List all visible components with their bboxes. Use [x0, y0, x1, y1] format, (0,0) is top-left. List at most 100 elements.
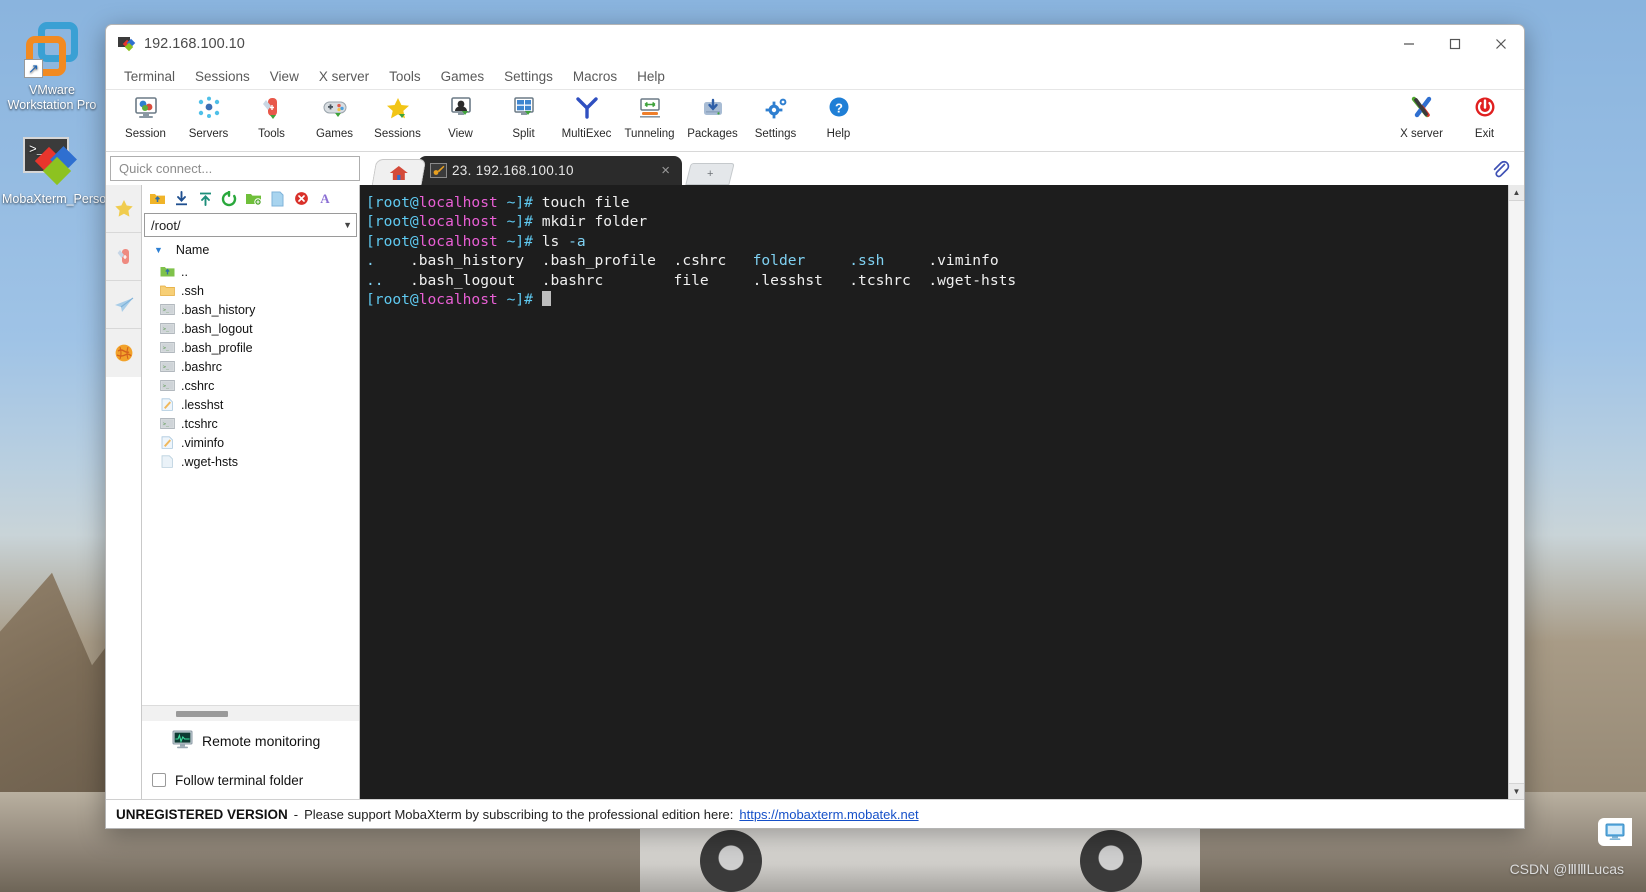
sftp-file-list[interactable]: .. .ssh >_ .bash_history >_ .bash_logout >_ .ba… [142, 261, 359, 705]
terminal-tab-active[interactable]: 23. 192.168.100.10 × [418, 156, 682, 185]
download-icon[interactable] [170, 188, 192, 210]
menu-games[interactable]: Games [431, 67, 495, 86]
split-icon [492, 94, 555, 124]
new-file-icon[interactable] [266, 188, 288, 210]
sidebar-item-tools[interactable] [106, 233, 141, 281]
file-name: .tcshrc [181, 416, 218, 431]
text-a-icon[interactable]: A [314, 188, 336, 210]
parent-file-icon [160, 265, 175, 278]
follow-terminal-folder-row[interactable]: Follow terminal folder [142, 761, 359, 799]
toolbar-settings[interactable]: Settings [744, 90, 807, 142]
scrollbar-track[interactable] [1509, 201, 1524, 783]
file-list-item[interactable]: >_ .bash_profile [142, 338, 359, 357]
new-folder-icon[interactable] [242, 188, 264, 210]
toolbar-split[interactable]: Split [492, 90, 555, 142]
csdn-watermark: CSDN @ⅢⅢLucas [1509, 861, 1624, 877]
menu-help[interactable]: Help [627, 67, 675, 86]
toolbar-sessions[interactable]: Sessions [366, 90, 429, 142]
main-toolbar: Session Servers Tools Games Sessions Vie… [106, 90, 1524, 152]
folder-up-icon[interactable] [146, 188, 168, 210]
scroll-up-arrow[interactable]: ▲ [1509, 185, 1524, 201]
close-button[interactable] [1478, 25, 1524, 63]
terminal-prompt-line: [root@localhost ~]# ls -a [366, 232, 586, 250]
mobatek-link[interactable]: https://mobaxterm.mobatek.net [739, 807, 918, 822]
sftp-column-header[interactable]: ▼ Name [142, 239, 359, 261]
terminal-scrollbar[interactable]: ▲ ▼ [1508, 185, 1524, 799]
toolbar-x-server[interactable]: X server [1390, 90, 1453, 142]
toolbar-label: Servers [188, 128, 229, 140]
file-list-item[interactable]: .viminfo [142, 433, 359, 452]
menu-terminal[interactable]: Terminal [114, 67, 185, 86]
menubar: Terminal Sessions View X server Tools Ga… [106, 63, 1524, 90]
toolbar-session[interactable]: Session [114, 90, 177, 142]
sftp-path-input[interactable]: /root/ ▼ [144, 213, 357, 237]
toolbar-games[interactable]: Games [303, 90, 366, 142]
toolbar-multiexec[interactable]: MultiExec [555, 90, 618, 142]
window-titlebar: 192.168.100.10 [106, 25, 1524, 63]
menu-x-server[interactable]: X server [309, 67, 379, 86]
file-list-item[interactable]: >_ .bashrc [142, 357, 359, 376]
menu-macros[interactable]: Macros [563, 67, 627, 86]
sidebar-item-favorites[interactable] [106, 185, 141, 233]
svg-text:A: A [320, 191, 330, 206]
follow-terminal-folder-checkbox[interactable] [152, 773, 166, 787]
tab-close-icon[interactable]: × [657, 162, 674, 179]
maximize-button[interactable] [1432, 25, 1478, 63]
desktop-icon-vmware[interactable]: ↗ VMware Workstation Pro [2, 22, 102, 113]
chevron-down-icon[interactable]: ▼ [343, 220, 352, 230]
terminal-output[interactable]: [root@localhost ~]# touch file [root@loca… [360, 185, 1508, 799]
svg-text:?: ? [835, 100, 843, 115]
toolbar-label: Tunneling [624, 128, 675, 140]
monitor-chart-icon [172, 730, 193, 752]
follow-terminal-folder-label: Follow terminal folder [175, 772, 304, 788]
svg-text:>_: >_ [163, 308, 170, 314]
file-name: .wget-hsts [181, 454, 238, 469]
sidebar-item-globe[interactable] [106, 329, 141, 377]
file-list-item[interactable]: >_ .bash_history [142, 300, 359, 319]
quickconnect-tabs-row: Quick connect... 23. 192.168.100.10 × + [106, 152, 1524, 185]
toolbar-tools[interactable]: Tools [240, 90, 303, 142]
file-list-item[interactable]: .wget-hsts [142, 452, 359, 471]
file-list-item[interactable]: >_ .cshrc [142, 376, 359, 395]
sidebar-item-macros[interactable] [106, 281, 141, 329]
file-list-item[interactable]: .ssh [142, 281, 359, 300]
file-list-item[interactable]: >_ .bash_logout [142, 319, 359, 338]
menu-settings[interactable]: Settings [494, 67, 563, 86]
menu-tools[interactable]: Tools [379, 67, 431, 86]
file-list-item[interactable]: .. [142, 262, 359, 281]
globe-icon [115, 344, 132, 362]
sftp-horizontal-scrollbar[interactable] [142, 705, 359, 721]
system-tray-display-icon[interactable] [1598, 818, 1632, 846]
toolbar-tunneling[interactable]: Tunneling [618, 90, 681, 142]
remote-monitoring-button[interactable]: Remote monitoring [142, 721, 359, 761]
file-list-item[interactable]: .lesshst [142, 395, 359, 414]
file-name: .lesshst [181, 397, 224, 412]
attachment-clip-icon[interactable] [1490, 159, 1510, 184]
scrollbar-thumb[interactable] [176, 710, 228, 717]
toolbar-view[interactable]: View [429, 90, 492, 142]
file-name: .ssh [181, 283, 204, 298]
quick-connect-input[interactable]: Quick connect... [110, 156, 360, 181]
file-name: .bash_logout [181, 321, 253, 336]
upload-icon[interactable] [194, 188, 216, 210]
desktop-icon-mobaxterm[interactable]: >_ MobaXterm_Personal_2... [2, 137, 147, 207]
plain-file-icon [160, 455, 175, 468]
scroll-down-arrow[interactable]: ▼ [1509, 783, 1524, 799]
home-tab[interactable] [371, 159, 427, 185]
new-tab-button[interactable]: + [685, 163, 735, 185]
minimize-button[interactable] [1386, 25, 1432, 63]
refresh-icon[interactable] [218, 188, 240, 210]
terminal-prompt-line: [root@localhost ~]# touch file [366, 194, 630, 211]
toolbar-help[interactable]: ? Help [807, 90, 870, 142]
script-file-icon: >_ [160, 322, 175, 335]
menu-view[interactable]: View [260, 67, 309, 86]
sort-caret-icon: ▼ [154, 245, 163, 255]
menu-sessions[interactable]: Sessions [185, 67, 260, 86]
file-list-item[interactable]: >_ .tcshrc [142, 414, 359, 433]
delete-icon[interactable] [290, 188, 312, 210]
toolbar-servers[interactable]: Servers [177, 90, 240, 142]
terminal-output-line: .. .bash_logout .bashrc file .lesshst .t… [366, 271, 1017, 289]
sftp-panel: A /root/ ▼ ▼ Name .. .ssh >_ .bash_history >… [142, 185, 360, 799]
toolbar-exit[interactable]: Exit [1453, 90, 1516, 142]
toolbar-packages[interactable]: Packages [681, 90, 744, 142]
